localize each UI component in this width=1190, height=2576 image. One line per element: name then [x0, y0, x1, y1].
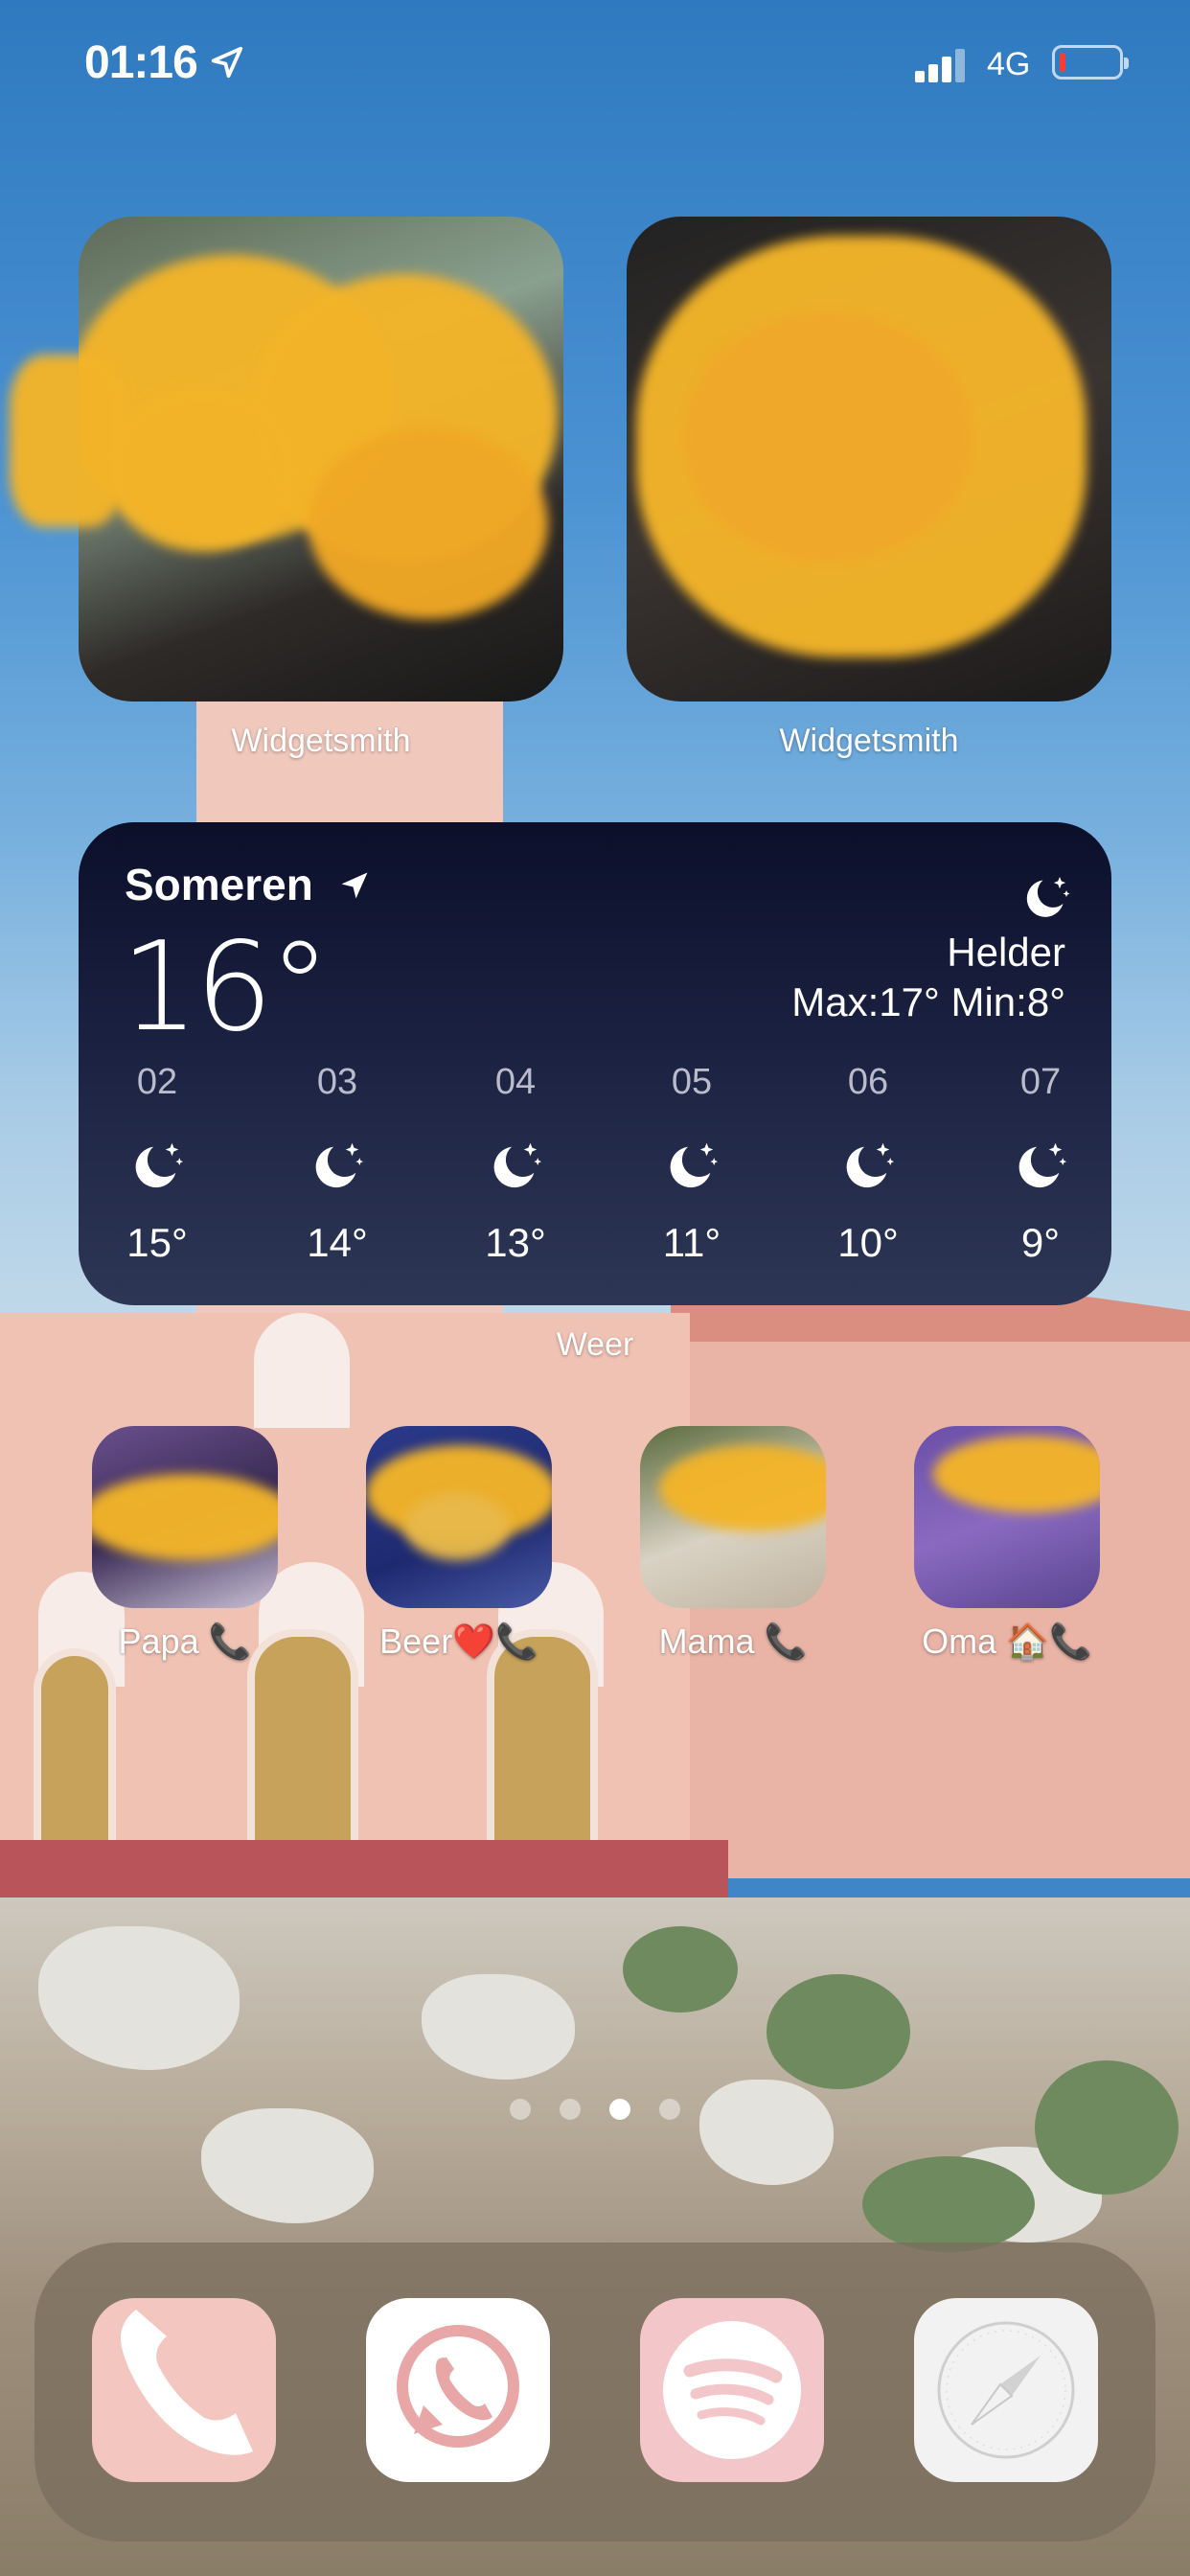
hourly-forecast: 07 9° [983, 1062, 1098, 1266]
moon-stars-icon [315, 1142, 364, 1188]
whatsapp-app-icon[interactable] [366, 2298, 550, 2482]
moon-stars-icon [1026, 877, 1070, 917]
weather-location: Someren [125, 860, 313, 909]
widget-label: Widgetsmith [231, 723, 411, 759]
status-time: 01:16 [84, 37, 198, 88]
whatsapp-icon [397, 2325, 519, 2448]
widget-label: Widgetsmith [779, 723, 959, 759]
compass-icon [937, 2321, 1075, 2459]
safari-app-icon[interactable] [914, 2298, 1098, 2482]
phone-app-icon[interactable] [92, 2298, 276, 2482]
battery-icon [1052, 45, 1129, 80]
page-dot-active [609, 2099, 630, 2120]
weather-widget[interactable]: Someren 16° Helder Max:17° Min:8° 02 15°… [79, 822, 1111, 1305]
moon-stars-icon [670, 1142, 719, 1188]
hourly-temp: 15° [126, 1220, 188, 1265]
network-type: 4G [987, 46, 1031, 82]
cellular-signal-icon [915, 48, 969, 82]
photo-widget-2[interactable] [627, 217, 1111, 702]
hourly-hour: 06 [847, 1062, 889, 1102]
hourly-temp: 13° [485, 1220, 546, 1265]
hourly-temp: 9° [1020, 1220, 1061, 1265]
hourly-hour: 04 [494, 1062, 537, 1102]
location-arrow-icon [211, 46, 243, 79]
status-bar: 01:16 4G [0, 0, 1190, 125]
hourly-forecast: 03 14° [280, 1062, 395, 1266]
hourly-temp: 14° [307, 1220, 368, 1265]
page-dot [510, 2099, 531, 2120]
weather-current-temp: 16° [121, 916, 331, 1059]
moon-stars-icon [493, 1142, 542, 1188]
hourly-forecast: 04 13° [458, 1062, 573, 1266]
contact-shortcut-oma[interactable] [914, 1426, 1100, 1608]
contact-shortcut-papa[interactable] [92, 1426, 278, 1608]
hourly-forecast: 06 10° [811, 1062, 926, 1266]
contact-shortcut-beer[interactable] [366, 1426, 552, 1608]
hourly-forecast: 05 11° [634, 1062, 749, 1266]
contact-label: Papa 📞 [118, 1622, 252, 1661]
hourly-hour: 07 [1019, 1062, 1062, 1102]
location-arrow-icon [341, 872, 368, 899]
weather-range: Max:17° Min:8° [791, 979, 1065, 1024]
spotify-icon [663, 2321, 801, 2459]
phone-icon [120, 2310, 253, 2455]
spotify-app-icon[interactable] [640, 2298, 824, 2482]
hourly-hour: 03 [316, 1062, 358, 1102]
photo-widget-1-overflow [10, 355, 125, 527]
page-dot [560, 2099, 581, 2120]
contact-label: Oma 🏠📞 [922, 1622, 1092, 1661]
photo-widget-1[interactable] [79, 217, 563, 702]
contact-shortcut-mama[interactable] [640, 1426, 826, 1608]
hourly-forecast: 02 15° [100, 1062, 215, 1266]
moon-stars-icon [1018, 1142, 1067, 1188]
weather-widget-label: Weer [556, 1326, 634, 1363]
contact-label: Mama 📞 [658, 1622, 808, 1661]
weather-condition: Helder [947, 930, 1065, 975]
hourly-temp: 11° [662, 1220, 721, 1265]
hourly-hour: 05 [671, 1062, 713, 1102]
page-dot [659, 2099, 680, 2120]
moon-stars-icon [846, 1142, 895, 1188]
hourly-hour: 02 [136, 1062, 178, 1102]
hourly-temp: 10° [837, 1220, 899, 1265]
page-indicator[interactable] [0, 2099, 1190, 2120]
contact-label: Beer❤️📞 [379, 1622, 538, 1661]
moon-stars-icon [135, 1142, 184, 1188]
